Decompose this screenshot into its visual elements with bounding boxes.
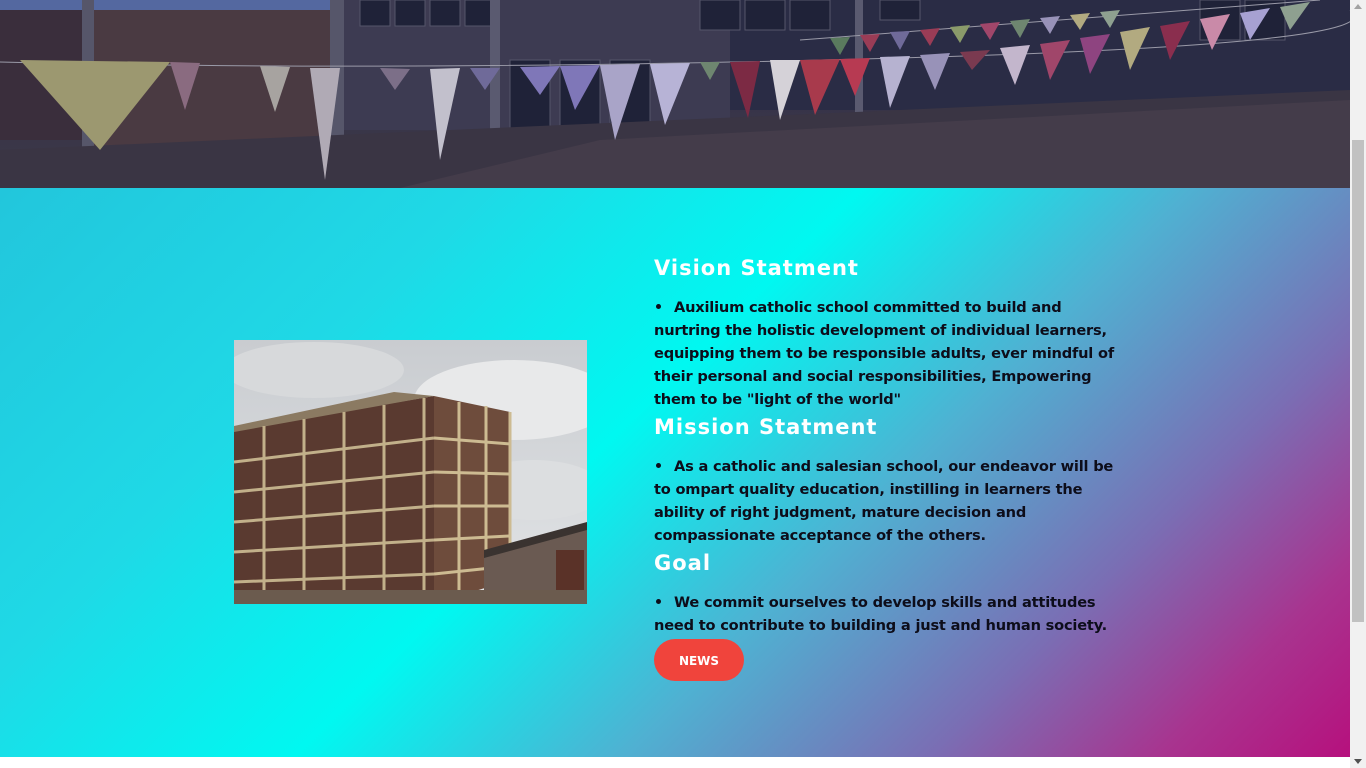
- goal-list: We commit ourselves to develop skills an…: [654, 591, 1124, 637]
- scrollbar-thumb[interactable]: [1352, 140, 1364, 622]
- hero-banner-image: [0, 0, 1350, 188]
- vision-item: Auxilium catholic school committed to bu…: [654, 296, 1124, 411]
- bullet-icon: [656, 599, 661, 604]
- vertical-scrollbar[interactable]: [1350, 0, 1366, 768]
- mission-item: As a catholic and salesian school, our e…: [654, 455, 1124, 547]
- goal-text: We commit ourselves to develop skills an…: [654, 594, 1108, 634]
- bullet-icon: [656, 463, 661, 468]
- vision-heading: Vision Statment: [654, 256, 859, 280]
- mission-heading: Mission Statment: [654, 415, 878, 439]
- vision-list: Auxilium catholic school committed to bu…: [654, 296, 1124, 411]
- statements-column: Vision Statment Auxilium catholic school…: [654, 252, 1124, 681]
- school-building-illustration: [234, 340, 587, 604]
- school-building-photo: [234, 340, 587, 604]
- page: Vision Statment Auxilium catholic school…: [0, 0, 1366, 768]
- scroll-down-arrow-icon[interactable]: [1354, 759, 1362, 764]
- bullet-icon: [656, 304, 661, 309]
- scroll-up-arrow-icon[interactable]: [1354, 4, 1362, 9]
- mission-list: As a catholic and salesian school, our e…: [654, 455, 1124, 547]
- news-button[interactable]: NEWS: [654, 639, 744, 681]
- goal-item: We commit ourselves to develop skills an…: [654, 591, 1124, 637]
- goal-heading: Goal: [654, 551, 712, 575]
- mission-text: As a catholic and salesian school, our e…: [654, 458, 1114, 544]
- footer-strip: [0, 757, 1350, 768]
- vision-text: Auxilium catholic school committed to bu…: [654, 299, 1114, 408]
- courtyard-bunting-illustration: [0, 0, 1350, 188]
